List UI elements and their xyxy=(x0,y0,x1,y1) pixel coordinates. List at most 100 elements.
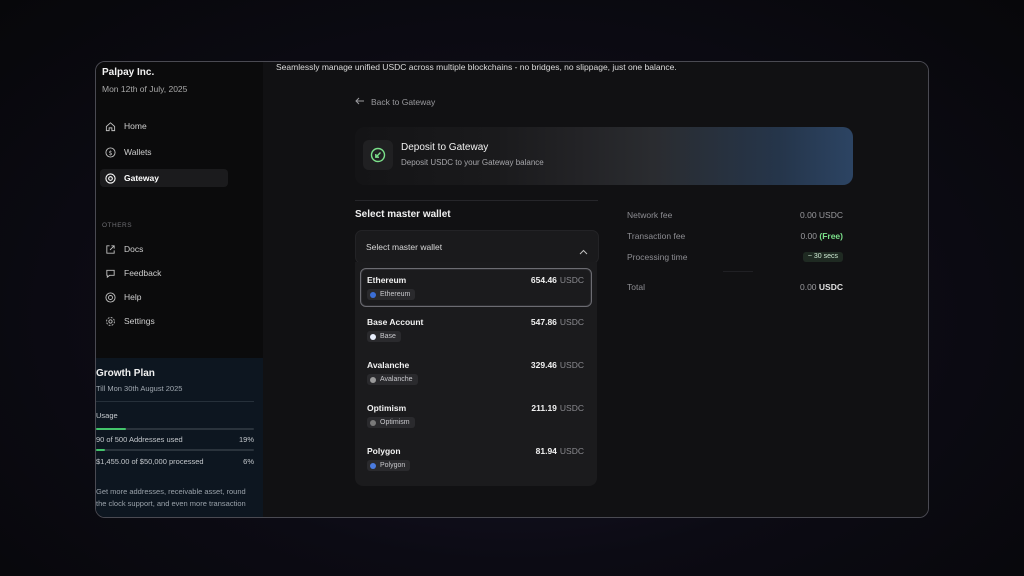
plan-usage-label: Usage xyxy=(96,411,118,420)
plan-card: Growth Plan Till Mon 30th August 2025 Us… xyxy=(96,358,263,517)
wallet-name: Avalanche xyxy=(367,360,410,370)
sidebar-item-label: Settings xyxy=(124,316,155,326)
wallet-amount-unit: USDC xyxy=(559,275,584,285)
wallet-amount-value: 211.19 xyxy=(531,403,557,413)
processed-text: $1,455.00 of $50,000 processed xyxy=(96,457,204,466)
processing-time-row: Processing time ~ 30 secs xyxy=(627,252,843,262)
sidebar-item-label: Help xyxy=(124,292,142,302)
processing-time-value: ~ 30 secs xyxy=(802,252,843,262)
total-unit: USDC xyxy=(818,282,843,292)
org-date: Mon 12th of July, 2025 xyxy=(102,84,188,94)
sidebar-item-gateway[interactable]: Gateway xyxy=(100,169,228,187)
chain-badge: Avalanche xyxy=(367,374,418,385)
wallet-amount: 329.46 USDC xyxy=(531,360,584,370)
wallet-amount-value: 547.86 xyxy=(530,317,557,327)
sidebar-item-feedback[interactable]: Feedback xyxy=(100,264,228,282)
sidebar-item-label: Wallets xyxy=(124,147,152,157)
section-divider xyxy=(355,200,598,201)
transaction-fee-value: 0.00 (Free) xyxy=(800,231,843,241)
back-to-gateway-link[interactable]: Back to Gateway xyxy=(355,97,435,107)
processed-percent: 6% xyxy=(243,457,254,466)
gear-icon xyxy=(104,315,116,327)
back-label: Back to Gateway xyxy=(371,97,436,107)
sidebar-item-wallets[interactable]: $ Wallets xyxy=(100,143,228,161)
ethereum-chain-icon xyxy=(370,291,376,298)
svg-text:$: $ xyxy=(108,148,112,156)
banner-subtitle: Deposit USDC to your Gateway balance xyxy=(401,158,544,167)
wallet-option-ethereum[interactable]: Ethereum 654.46 USDC Ethereum xyxy=(360,268,592,307)
wallet-amount-unit: USDC xyxy=(559,403,584,413)
optimism-chain-icon xyxy=(370,419,376,426)
transaction-fee-row: Transaction fee 0.00 (Free) xyxy=(627,231,843,241)
avalanche-chain-icon xyxy=(370,376,376,383)
fee-divider xyxy=(723,271,753,272)
home-icon xyxy=(104,120,116,132)
total-row: Total 0.00 USDC xyxy=(627,282,843,292)
base-chain-icon xyxy=(370,333,376,340)
chain-label: Optimism xyxy=(380,419,410,426)
dollar-icon: $ xyxy=(104,146,116,158)
chain-label: Polygon xyxy=(380,462,406,469)
chain-badge: Optimism xyxy=(367,417,415,428)
total-label: Total xyxy=(627,282,645,292)
external-link-icon xyxy=(104,243,116,255)
dropdown-label: Select master wallet xyxy=(366,242,443,252)
wallet-option-polygon[interactable]: Polygon 81.94 USDC Polygon xyxy=(361,440,591,477)
wallet-amount-unit: USDC xyxy=(559,446,584,456)
wallet-amount-value: 81.94 xyxy=(535,446,557,456)
wallet-amount-value: 654.46 xyxy=(530,275,557,285)
chat-icon xyxy=(104,267,116,279)
processed-stat: $1,455.00 of $50,000 processed 6% xyxy=(96,457,254,466)
sidebar: Palpay Inc. Mon 12th of July, 2025 Home … xyxy=(96,62,263,517)
wallet-name: Optimism xyxy=(367,403,407,413)
main-content: Seamlessly manage unified USDC across mu… xyxy=(263,62,928,517)
sidebar-item-home[interactable]: Home xyxy=(100,117,228,135)
plan-title: Growth Plan xyxy=(96,368,155,379)
free-badge: (Free) xyxy=(819,231,843,241)
sidebar-item-label: Home xyxy=(124,121,147,131)
wallet-option-avalanche[interactable]: Avalanche 329.46 USDC Avalanche xyxy=(361,354,591,391)
master-wallet-dropdown[interactable]: Select master wallet xyxy=(355,230,599,264)
others-section-label: OTHERS xyxy=(102,222,133,229)
addresses-stat: 90 of 500 Addresses used 19% xyxy=(96,435,254,444)
plan-upgrade-note: Get more addresses, receivable asset, ro… xyxy=(96,487,246,508)
total-value: 0.00 USDC xyxy=(800,282,843,292)
wallet-amount-unit: USDC xyxy=(559,317,584,327)
sidebar-item-label: Docs xyxy=(124,244,144,254)
polygon-chain-icon xyxy=(370,462,376,469)
sidebar-item-docs[interactable]: Docs xyxy=(100,240,228,258)
processed-progress-bar xyxy=(96,449,254,451)
lifebuoy-icon xyxy=(104,291,116,303)
wallet-option-base[interactable]: Base Account 547.86 USDC Base xyxy=(361,311,591,348)
chevron-up-icon xyxy=(579,242,588,260)
plan-divider xyxy=(96,401,254,402)
wallet-amount-unit: USDC xyxy=(559,360,584,370)
sidebar-item-settings[interactable]: Settings xyxy=(100,312,228,330)
chain-label: Avalanche xyxy=(380,376,413,383)
sidebar-item-help[interactable]: Help xyxy=(100,288,228,306)
wallet-amount: 81.94 USDC xyxy=(536,446,584,456)
addresses-percent: 19% xyxy=(238,435,254,444)
chain-badge: Ethereum xyxy=(367,289,416,300)
network-fee-label: Network fee xyxy=(627,210,673,220)
app-window: Palpay Inc. Mon 12th of July, 2025 Home … xyxy=(95,61,929,518)
wallet-amount: 547.86 USDC xyxy=(531,317,584,327)
addresses-progress-bar xyxy=(96,428,254,430)
page-subtitle: Seamlessly manage unified USDC across mu… xyxy=(276,62,677,72)
wallet-option-optimism[interactable]: Optimism 211.19 USDC Optimism xyxy=(361,397,591,434)
org-name: Palpay Inc. xyxy=(102,67,155,78)
sidebar-item-label: Gateway xyxy=(124,173,159,183)
chain-badge: Polygon xyxy=(367,460,411,471)
deposit-arrow-icon xyxy=(363,140,393,170)
deposit-banner: Deposit to Gateway Deposit USDC to your … xyxy=(355,127,853,185)
processing-time-label: Processing time xyxy=(627,252,688,262)
network-fee-row: Network fee 0.00 USDC xyxy=(627,210,843,220)
transaction-fee-amount: 0.00 xyxy=(800,231,817,241)
chain-label: Ethereum xyxy=(380,291,411,298)
arrow-left-icon xyxy=(355,97,365,107)
chain-label: Base xyxy=(380,333,396,340)
plan-subtitle: Till Mon 30th August 2025 xyxy=(96,384,183,393)
addresses-text: 90 of 500 Addresses used xyxy=(96,435,183,444)
select-wallet-title: Select master wallet xyxy=(355,209,451,220)
addresses-progress-fill xyxy=(96,428,127,430)
